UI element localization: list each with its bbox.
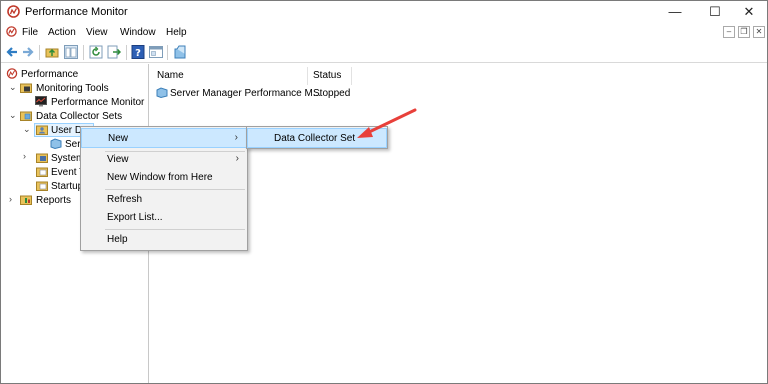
export-list-icon[interactable]: [107, 45, 121, 59]
tree-item-user-defined[interactable]: User D: [51, 125, 82, 136]
performance-monitor-node-icon: [35, 96, 47, 107]
submenu-item-label: Data Collector Set: [274, 133, 356, 144]
new-data-collector-icon[interactable]: [173, 45, 187, 59]
context-menu-item-label: Help: [107, 234, 128, 245]
close-button[interactable]: ✕: [735, 3, 763, 21]
column-header-name[interactable]: Name: [157, 70, 184, 81]
context-menu-item-help[interactable]: Help: [81, 230, 247, 250]
menu-view[interactable]: View: [86, 27, 108, 38]
tree-item-startup[interactable]: Startup: [51, 181, 83, 192]
mdi-close-button[interactable]: ✕: [753, 26, 765, 38]
system-folder-icon: [36, 153, 48, 163]
maximize-button[interactable]: ☐: [701, 3, 729, 21]
context-menu-item-label: New Window from Here: [107, 172, 213, 183]
performance-monitor-window: Performance Monitor — ☐ ✕ File Action Vi…: [0, 0, 768, 384]
row-name-cell: Server Manager Performance M...: [170, 88, 322, 99]
menu-file[interactable]: File: [22, 27, 38, 38]
properties-icon[interactable]: [149, 45, 163, 59]
collapsed-chevron-icon[interactable]: ›: [23, 151, 26, 161]
toolbar-separator: [167, 45, 168, 60]
context-menu: New › View › New Window from Here Refres…: [80, 126, 248, 251]
toolbar-separator: [83, 45, 84, 60]
context-menu-item-view[interactable]: View ›: [81, 150, 247, 170]
expand-chevron-icon[interactable]: ⌄: [23, 124, 31, 135]
back-arrow-icon[interactable]: [5, 45, 19, 59]
svg-text:?: ?: [135, 48, 141, 59]
tree-item-reports[interactable]: Reports: [36, 195, 71, 206]
mdi-minimize-button[interactable]: –: [723, 26, 735, 38]
performance-monitor-app-icon: [7, 5, 20, 18]
context-menu-item-label: New: [108, 133, 129, 144]
submenu-arrow-icon: ›: [235, 153, 239, 164]
expand-chevron-icon[interactable]: ⌄: [9, 110, 17, 121]
app-menu-icon[interactable]: [6, 26, 17, 37]
up-folder-icon[interactable]: [45, 45, 59, 59]
refresh-icon[interactable]: [89, 45, 103, 59]
context-menu-item-export-list[interactable]: Export List...: [81, 208, 247, 228]
menu-action[interactable]: Action: [48, 27, 76, 38]
collapsed-chevron-icon[interactable]: ›: [9, 194, 12, 204]
toolbar-separator: [39, 45, 40, 60]
tree-item-server-manager[interactable]: Ser: [65, 139, 81, 150]
row-status-cell: Stopped: [313, 88, 351, 99]
menu-window[interactable]: Window: [120, 27, 156, 38]
submenu-arrow-icon: ›: [234, 132, 238, 143]
toolbar-separator: [126, 45, 127, 60]
server-manager-collector-icon: [50, 138, 62, 149]
context-menu-item-label: View: [107, 154, 129, 165]
context-menu-item-label: Export List...: [107, 212, 163, 223]
annotation-arrow: [357, 108, 417, 138]
monitoring-tools-folder-icon: [20, 83, 32, 93]
column-divider[interactable]: [351, 67, 352, 85]
title-bar: Performance Monitor — ☐ ✕: [1, 1, 767, 23]
tree-item-performance[interactable]: Performance: [21, 69, 78, 80]
show-hide-console-tree-icon[interactable]: [64, 45, 78, 59]
user-defined-folder-icon: [36, 125, 48, 135]
event-trace-folder-icon: [36, 167, 48, 177]
data-collector-set-icon: [156, 87, 168, 98]
expand-chevron-icon[interactable]: ⌄: [9, 82, 17, 93]
tree-item-data-collector-sets[interactable]: Data Collector Sets: [36, 111, 122, 122]
help-icon[interactable]: ?: [131, 45, 145, 59]
performance-node-icon: [6, 68, 18, 79]
column-header-status[interactable]: Status: [313, 70, 341, 81]
mdi-restore-button[interactable]: ❐: [738, 26, 750, 38]
startup-folder-icon: [36, 181, 48, 191]
context-menu-item-refresh[interactable]: Refresh: [81, 190, 247, 210]
forward-arrow-icon[interactable]: [21, 45, 35, 59]
minimize-button[interactable]: —: [661, 3, 689, 21]
data-collector-sets-icon: [20, 111, 32, 121]
window-title: Performance Monitor: [25, 6, 128, 18]
menu-help[interactable]: Help: [166, 27, 187, 38]
column-divider[interactable]: [307, 67, 308, 85]
context-menu-item-new-window[interactable]: New Window from Here: [81, 168, 247, 188]
context-menu-item-new[interactable]: New ›: [81, 128, 247, 148]
tree-item-monitoring-tools[interactable]: Monitoring Tools: [36, 83, 109, 94]
tree-item-performance-monitor[interactable]: Performance Monitor: [51, 97, 144, 108]
context-menu-item-label: Refresh: [107, 194, 143, 205]
reports-folder-icon: [20, 195, 32, 205]
